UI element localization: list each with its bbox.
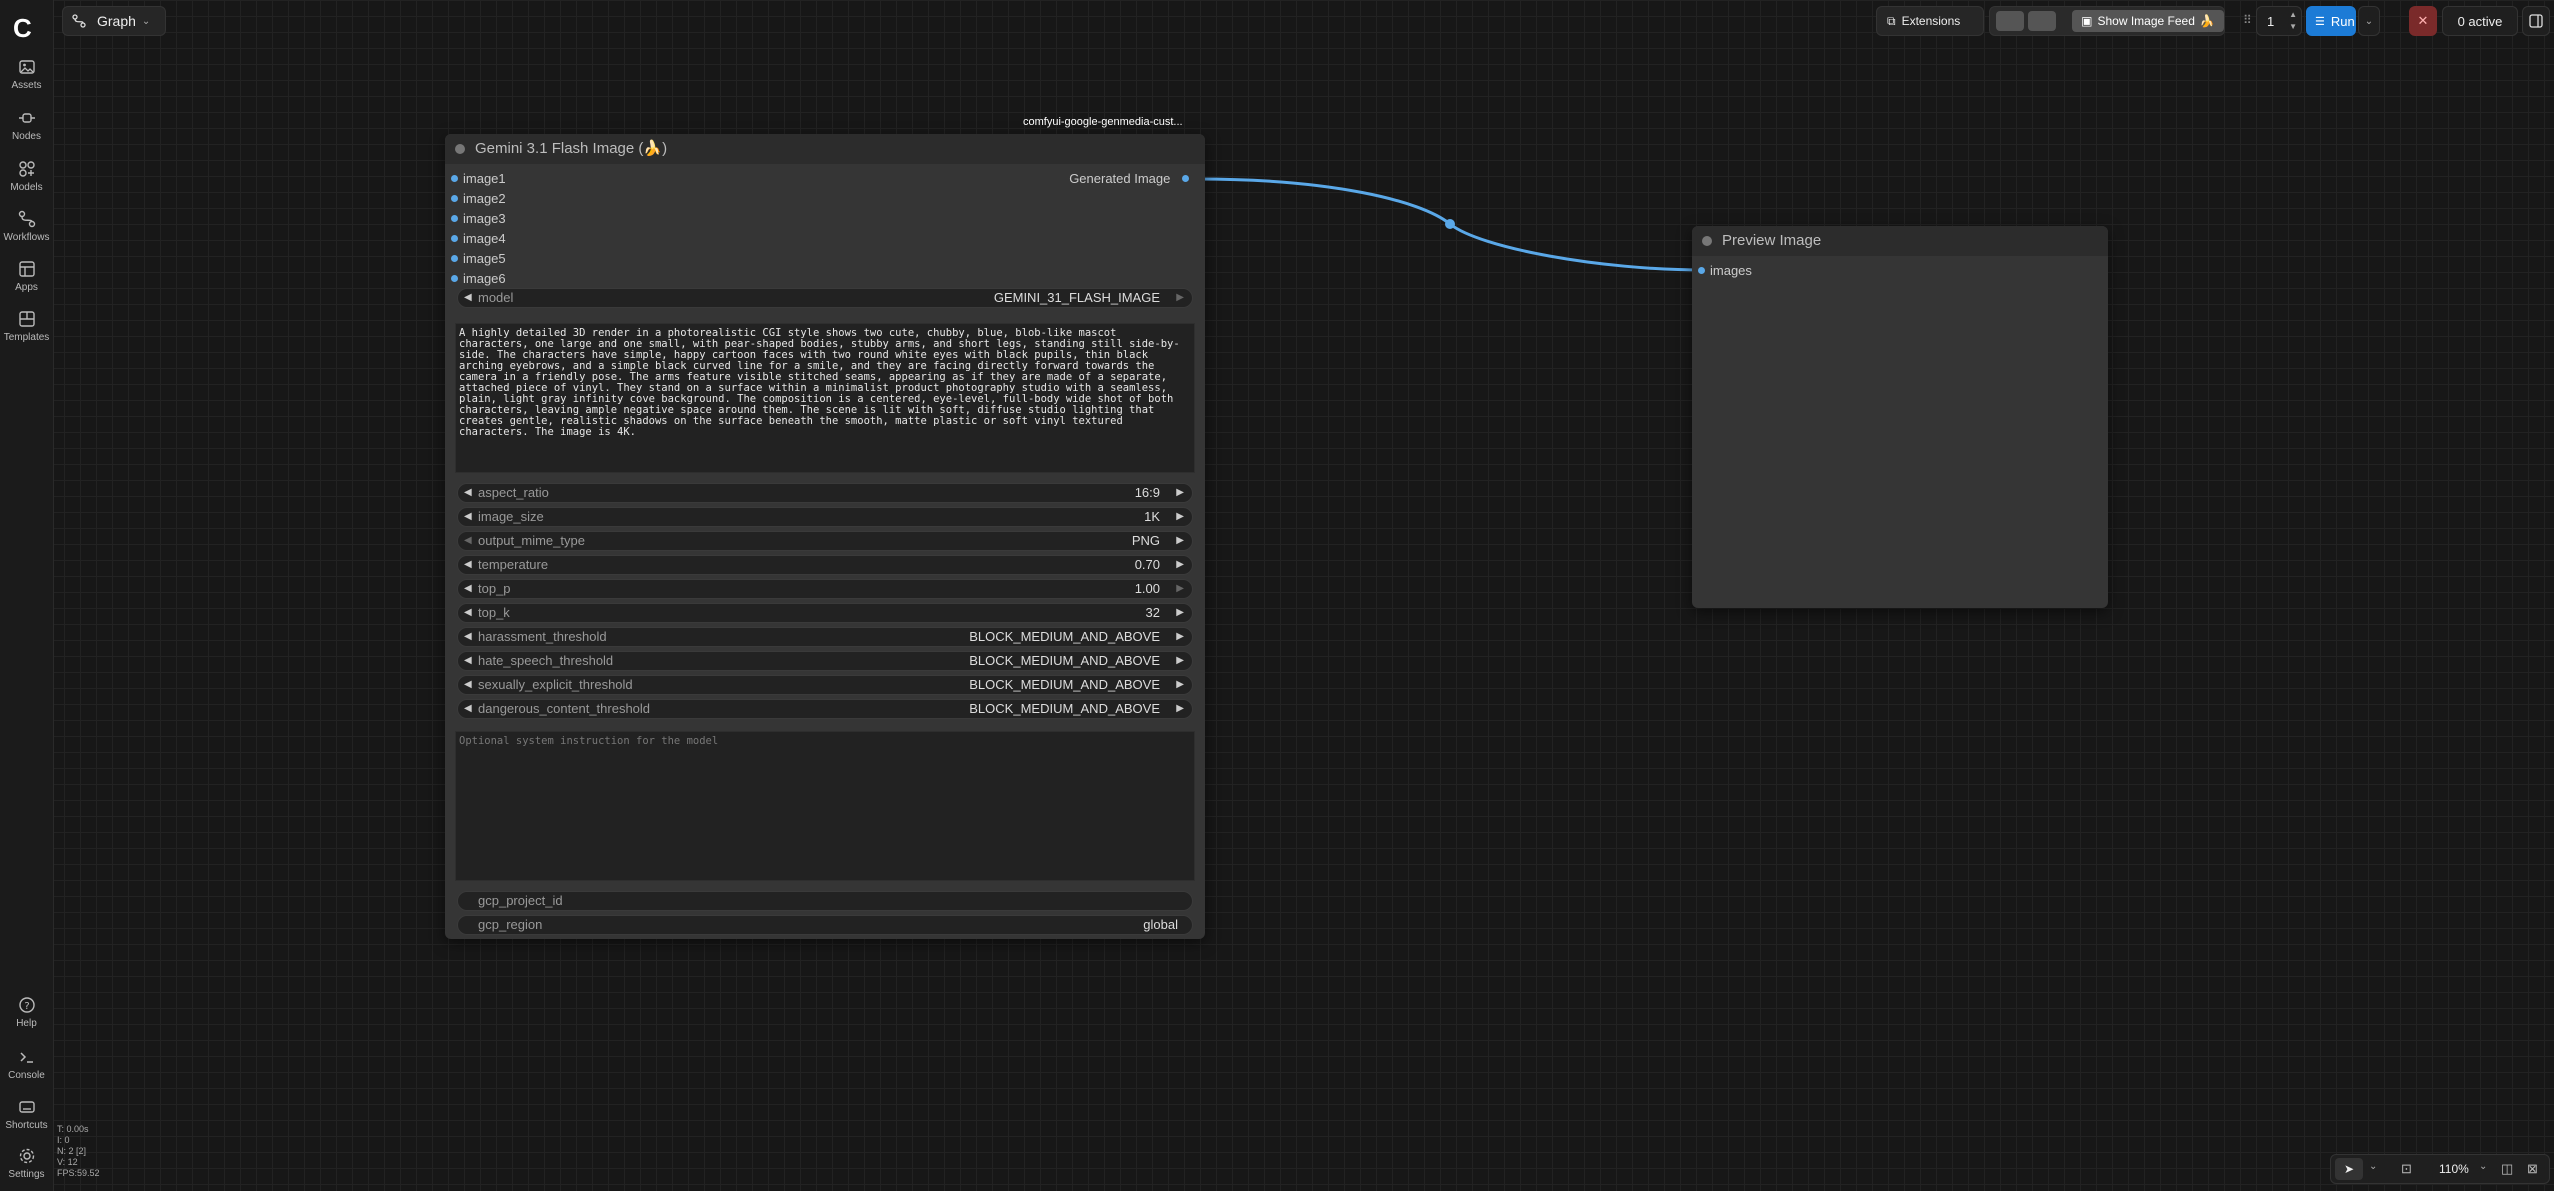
param-value: 0.70 bbox=[1134, 557, 1160, 572]
param-label: sexually_explicit_threshold bbox=[478, 677, 633, 692]
model-label: model bbox=[478, 290, 514, 305]
preview-image-node[interactable]: Preview Image images bbox=[1692, 226, 2108, 608]
param-value: 1K bbox=[1144, 509, 1160, 524]
right-arrow-icon[interactable]: ▶ bbox=[1176, 532, 1184, 550]
param-label: output_mime_type bbox=[478, 533, 585, 548]
model-value: GEMINI_31_FLASH_IMAGE bbox=[993, 290, 1160, 305]
param-label: harassment_threshold bbox=[478, 629, 607, 644]
left-arrow-icon[interactable]: ◀ bbox=[464, 652, 472, 670]
param-value: 16:9 bbox=[1134, 485, 1160, 500]
right-arrow-icon[interactable]: ▶ bbox=[1176, 652, 1184, 670]
fit-view-icon[interactable]: ⊡ bbox=[2401, 1161, 2412, 1177]
image-size-combo[interactable]: ◀ image_size 1K ▶ bbox=[457, 507, 1193, 527]
chevron-down-icon[interactable]: ⌄ bbox=[2369, 1161, 2377, 1172]
param-label: image_size bbox=[478, 509, 544, 524]
link-wire bbox=[1196, 177, 1705, 272]
right-arrow-icon[interactable]: ▶ bbox=[1176, 700, 1184, 718]
gemini-flash-image-node[interactable]: Gemini 3.1 Flash Image (🍌) image1 image2… bbox=[445, 134, 1205, 939]
collapse-dot-icon[interactable] bbox=[455, 144, 465, 154]
param-value: BLOCK_MEDIUM_AND_ABOVE bbox=[969, 653, 1160, 668]
input-slot-image4[interactable]: image4 bbox=[451, 230, 506, 248]
sexually-explicit-threshold-combo[interactable]: ◀ sexually_explicit_threshold BLOCK_MEDI… bbox=[457, 675, 1193, 695]
right-arrow-icon[interactable]: ▶ bbox=[1176, 508, 1184, 526]
input-slot-image2[interactable]: image2 bbox=[451, 190, 506, 208]
left-arrow-icon[interactable]: ◀ bbox=[464, 484, 472, 502]
right-arrow-icon[interactable]: ▶ bbox=[1176, 556, 1184, 574]
link-midpoint[interactable] bbox=[1445, 219, 1455, 229]
param-label: dangerous_content_threshold bbox=[478, 701, 651, 716]
right-arrow-icon[interactable]: ▶ bbox=[1176, 628, 1184, 646]
left-arrow-icon[interactable]: ◀ bbox=[464, 289, 472, 307]
param-label: top_p bbox=[478, 581, 511, 596]
output-label: Generated Image bbox=[1069, 171, 1171, 186]
node-title-bar[interactable]: Gemini 3.1 Flash Image (🍌) bbox=[445, 134, 1205, 164]
input-slot-images[interactable]: images bbox=[1698, 262, 1752, 280]
node-title-bar[interactable]: Preview Image bbox=[1692, 226, 2108, 256]
param-value: BLOCK_MEDIUM_AND_ABOVE bbox=[969, 701, 1160, 716]
node-source-badge: comfyui-google-genmedia-cust... bbox=[1023, 116, 1183, 128]
left-arrow-icon[interactable]: ◀ bbox=[464, 604, 472, 622]
dangerous-content-threshold-combo[interactable]: ◀ dangerous_content_threshold BLOCK_MEDI… bbox=[457, 699, 1193, 719]
param-label: temperature bbox=[478, 557, 549, 572]
model-combo[interactable]: ◀ model GEMINI_31_FLASH_IMAGE ▶ bbox=[457, 288, 1193, 308]
param-label: top_k bbox=[478, 605, 510, 620]
param-value: global bbox=[1143, 917, 1178, 932]
gcp-region-input[interactable]: gcp_region global bbox=[457, 915, 1193, 935]
system-instruction-textarea[interactable]: Optional system instruction for the mode… bbox=[455, 731, 1195, 881]
chevron-down-icon[interactable]: ⌄ bbox=[2479, 1161, 2487, 1172]
input-slot-image6[interactable]: image6 bbox=[451, 270, 506, 288]
left-arrow-icon[interactable]: ◀ bbox=[464, 676, 472, 694]
param-label: hate_speech_threshold bbox=[478, 653, 614, 668]
left-arrow-icon[interactable]: ◀ bbox=[464, 580, 472, 598]
collapse-dot-icon[interactable] bbox=[1702, 236, 1712, 246]
output-slot-generated-image[interactable]: Generated Image bbox=[1069, 170, 1189, 188]
left-arrow-icon[interactable]: ◀ bbox=[464, 556, 472, 574]
left-arrow-icon[interactable]: ◀ bbox=[464, 628, 472, 646]
param-value: BLOCK_MEDIUM_AND_ABOVE bbox=[969, 629, 1160, 644]
harassment-threshold-combo[interactable]: ◀ harassment_threshold BLOCK_MEDIUM_AND_… bbox=[457, 627, 1193, 647]
right-arrow-icon[interactable]: ▶ bbox=[1176, 676, 1184, 694]
node-title: Gemini 3.1 Flash Image (🍌) bbox=[475, 140, 668, 157]
prompt-textarea[interactable]: A highly detailed 3D render in a photore… bbox=[455, 323, 1195, 473]
param-value: PNG bbox=[1131, 533, 1160, 548]
param-label: aspect_ratio bbox=[478, 485, 549, 500]
temperature-number[interactable]: ◀ temperature 0.70 ▶ bbox=[457, 555, 1193, 575]
canvas-controls: ➤ ⌄ ⊡ 110% ⌄ ◫ ⊠ bbox=[2330, 1154, 2550, 1184]
link-visibility-icon[interactable]: ⊠ bbox=[2527, 1161, 2538, 1177]
param-label: gcp_region bbox=[478, 917, 543, 932]
minimap-icon[interactable]: ◫ bbox=[2501, 1161, 2513, 1177]
param-value: BLOCK_MEDIUM_AND_ABOVE bbox=[969, 677, 1160, 692]
top-p-number[interactable]: ◀ top_p 1.00 ▶ bbox=[457, 579, 1193, 599]
left-arrow-icon[interactable]: ◀ bbox=[464, 508, 472, 526]
right-arrow-icon[interactable]: ▶ bbox=[1176, 289, 1184, 307]
param-label: gcp_project_id bbox=[478, 893, 563, 908]
input-slot-image5[interactable]: image5 bbox=[451, 250, 506, 268]
left-arrow-icon[interactable]: ◀ bbox=[464, 532, 472, 550]
input-slot-image1[interactable]: image1 bbox=[451, 170, 506, 188]
right-arrow-icon[interactable]: ▶ bbox=[1176, 604, 1184, 622]
zoom-level[interactable]: 110% bbox=[2439, 1162, 2469, 1176]
output-dot-icon[interactable] bbox=[1182, 175, 1189, 182]
node-title: Preview Image bbox=[1722, 232, 1822, 249]
output-mime-type-combo[interactable]: ◀ output_mime_type PNG ▶ bbox=[457, 531, 1193, 551]
left-arrow-icon[interactable]: ◀ bbox=[464, 700, 472, 718]
hate-speech-threshold-combo[interactable]: ◀ hate_speech_threshold BLOCK_MEDIUM_AND… bbox=[457, 651, 1193, 671]
select-pointer-icon[interactable]: ➤ bbox=[2335, 1158, 2363, 1180]
right-arrow-icon[interactable]: ▶ bbox=[1176, 580, 1184, 598]
right-arrow-icon[interactable]: ▶ bbox=[1176, 484, 1184, 502]
param-value: 1.00 bbox=[1134, 581, 1160, 596]
input-slot-image3[interactable]: image3 bbox=[451, 210, 506, 228]
param-value: 32 bbox=[1145, 605, 1160, 620]
aspect-ratio-combo[interactable]: ◀ aspect_ratio 16:9 ▶ bbox=[457, 483, 1193, 503]
top-k-number[interactable]: ◀ top_k 32 ▶ bbox=[457, 603, 1193, 623]
gcp-project-id-input[interactable]: gcp_project_id bbox=[457, 891, 1193, 911]
